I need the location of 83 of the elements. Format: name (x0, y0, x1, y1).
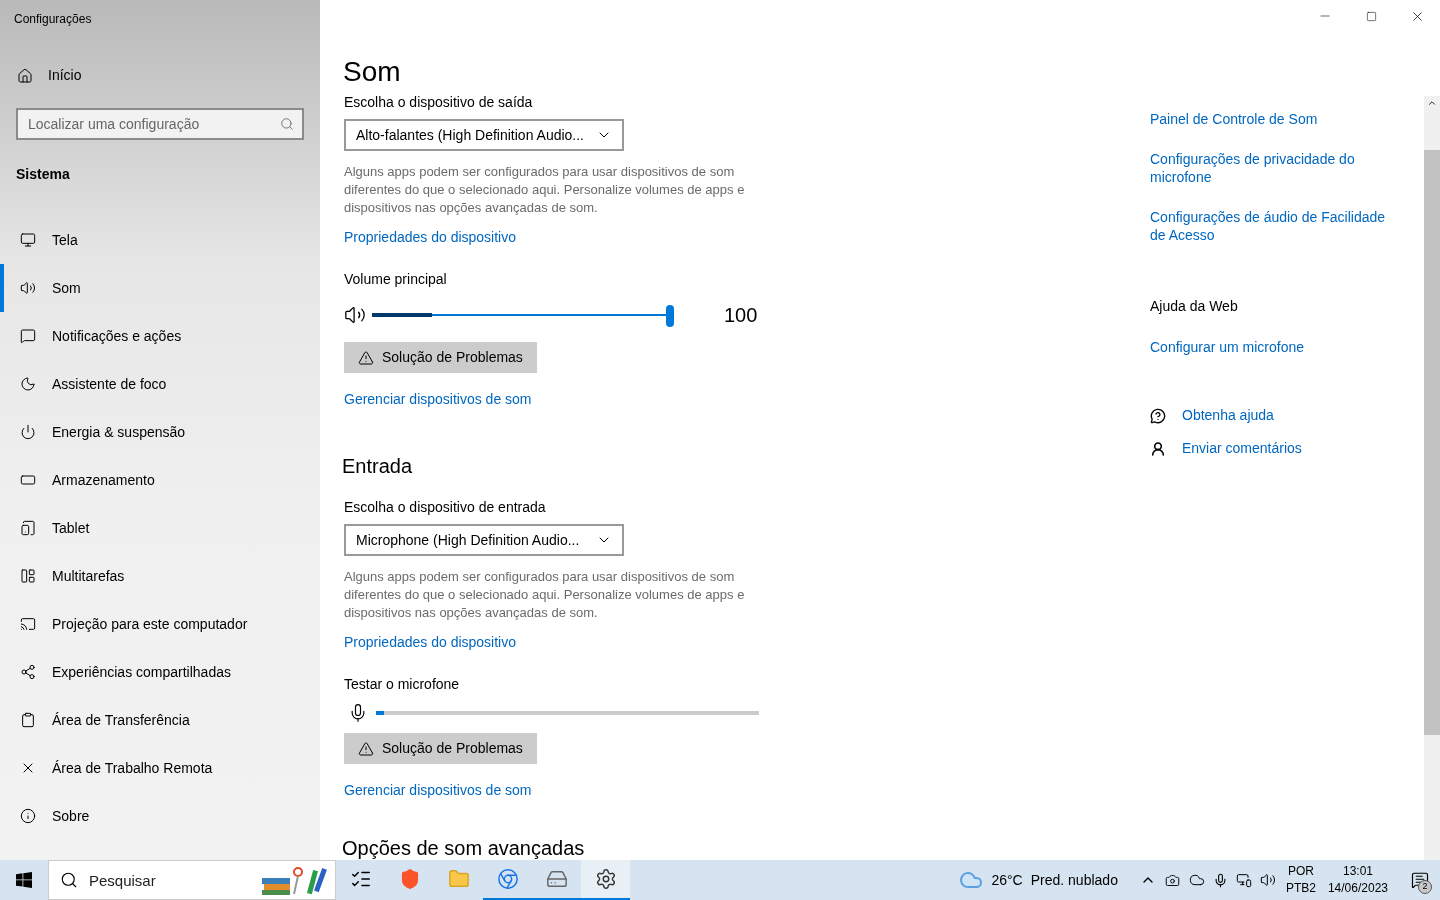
taskbar-app-button[interactable] (581, 860, 630, 900)
moon-icon (20, 376, 36, 392)
help-heading: Ajuda da Web (1150, 297, 1239, 316)
section-title: Opções de som avançadas (342, 836, 586, 860)
warning-icon (358, 349, 374, 366)
related-link[interactable]: Configurações de privacidade do microfone (1150, 150, 1390, 186)
scrollbar[interactable] (1424, 96, 1440, 860)
weather-condition: Pred. nublado (1030, 870, 1118, 890)
clipboard-icon (20, 712, 36, 728)
troubleshoot-button[interactable]: Solução de Problemas (344, 342, 537, 373)
sidebar-item[interactable]: Sobre (0, 792, 320, 840)
info-icon (20, 808, 36, 824)
gear-icon (594, 868, 617, 890)
camera-icon[interactable] (1164, 872, 1180, 888)
message-icon (20, 328, 36, 344)
window-title: Configurações (14, 11, 93, 28)
settings-search-field[interactable]: Localizar uma configuração (16, 108, 304, 140)
section-title: Entrada (342, 454, 414, 479)
scrollbar-thumb[interactable] (1424, 150, 1440, 735)
books-scissors-crayons-drawing (260, 864, 330, 896)
person-feedback-icon (1150, 440, 1166, 457)
sidebar-item[interactable]: Área de Trabalho Remota (0, 744, 320, 792)
slider-thumb[interactable] (666, 305, 674, 327)
taskbar-search-field[interactable]: Pesquisar (48, 860, 336, 900)
sidebar-item[interactable]: Armazenamento (0, 456, 320, 504)
sidebar-item[interactable]: Notificações e ações (0, 312, 320, 360)
volume-label: Volume principal (344, 270, 448, 289)
sidebar-item[interactable]: Experiências compartilhadas (0, 648, 320, 696)
device-properties-link[interactable]: Propriedades do dispositivo (344, 634, 516, 650)
scroll-up-icon (1427, 98, 1437, 108)
sidebar-item[interactable]: Projeção para este computador (0, 600, 320, 648)
cloud-icon[interactable] (1188, 872, 1205, 888)
mic-test-label: Testar o microfone (344, 675, 461, 694)
weather-temperature: 26°C (991, 870, 1023, 890)
clock[interactable]: 13:01 14/06/2023 (1327, 863, 1388, 897)
microphone-icon[interactable] (1212, 872, 1228, 888)
speaker-icon[interactable] (1259, 872, 1276, 888)
troubleshoot-button[interactable]: Solução de Problemas (344, 733, 537, 764)
notification-count: 2 (1418, 880, 1432, 894)
related-link[interactable]: Configurações de áudio de Facilidade de Acesso (1150, 208, 1390, 244)
related-link[interactable]: Painel de Controle de Som (1150, 110, 1390, 128)
cast-icon (20, 616, 36, 632)
home-item[interactable]: Início (17, 65, 320, 86)
language-indicator[interactable]: POR PTB2 (1285, 863, 1316, 897)
sidebar-item[interactable]: Multitarefas (0, 552, 320, 600)
action-link[interactable]: Obtenha ajuda (1182, 405, 1274, 426)
monitor-icon (20, 232, 36, 248)
help-link[interactable]: Configurar um microfone (1150, 339, 1305, 355)
search-icon (60, 871, 78, 889)
manage-devices-link[interactable]: Gerenciar dispositivos de som (344, 782, 532, 798)
volume-reading: 100 (724, 303, 758, 328)
rectangle-icon (20, 472, 36, 488)
sidebar-item[interactable]: Área de Transferência (0, 696, 320, 744)
help-icon (1150, 407, 1166, 424)
notifications-icon[interactable] (1411, 871, 1429, 889)
manage-devices-link[interactable]: Gerenciar dispositivos de som (344, 391, 532, 407)
sidebar-item[interactable]: Energia & suspensão (0, 408, 320, 456)
field-label: Escolha o dispositivo de saída (344, 93, 534, 112)
action-link[interactable]: Enviar comentários (1182, 438, 1302, 459)
tablet-icon (20, 520, 36, 536)
share-icon (20, 664, 36, 680)
section-heading: Sistema (16, 165, 71, 184)
field-label: Escolha o dispositivo de entrada (344, 498, 547, 517)
folder-icon (447, 868, 470, 890)
description-text: Alguns apps podem ser configurados para usar dispositivos de som diferentes do que o selecionado aqui. Personalize volumes de apps e dispositivos nas opções avançadas de som. (344, 163, 746, 217)
device-dropdown[interactable]: Microphone (High Definition Audio... (344, 524, 624, 556)
restore-icon (1365, 10, 1377, 22)
device-properties-link[interactable]: Propriedades do dispositivo (344, 229, 516, 245)
speaker-icon (344, 304, 366, 326)
device-dropdown[interactable]: Alto-falantes (High Definition Audio... (344, 119, 624, 151)
warning-icon (358, 740, 374, 757)
home-icon (17, 67, 33, 84)
sidebar-item[interactable]: Assistente de foco (0, 360, 320, 408)
speaker-icon (20, 280, 36, 296)
browser-icon (496, 868, 519, 890)
windows-logo-icon (16, 872, 32, 888)
sidebar-item[interactable]: Tela (0, 216, 320, 264)
volume-slider[interactable] (372, 305, 672, 325)
page-title: Som (343, 55, 402, 89)
power-icon (20, 424, 36, 440)
sidebar-item[interactable]: Tablet (0, 504, 320, 552)
search-icon (280, 117, 294, 131)
description-text: Alguns apps podem ser configurados para usar dispositivos de som diferentes do que o selecionado aqui. Personalize volumes de apps e dispositivos nas opções avançadas de som. (344, 568, 746, 622)
